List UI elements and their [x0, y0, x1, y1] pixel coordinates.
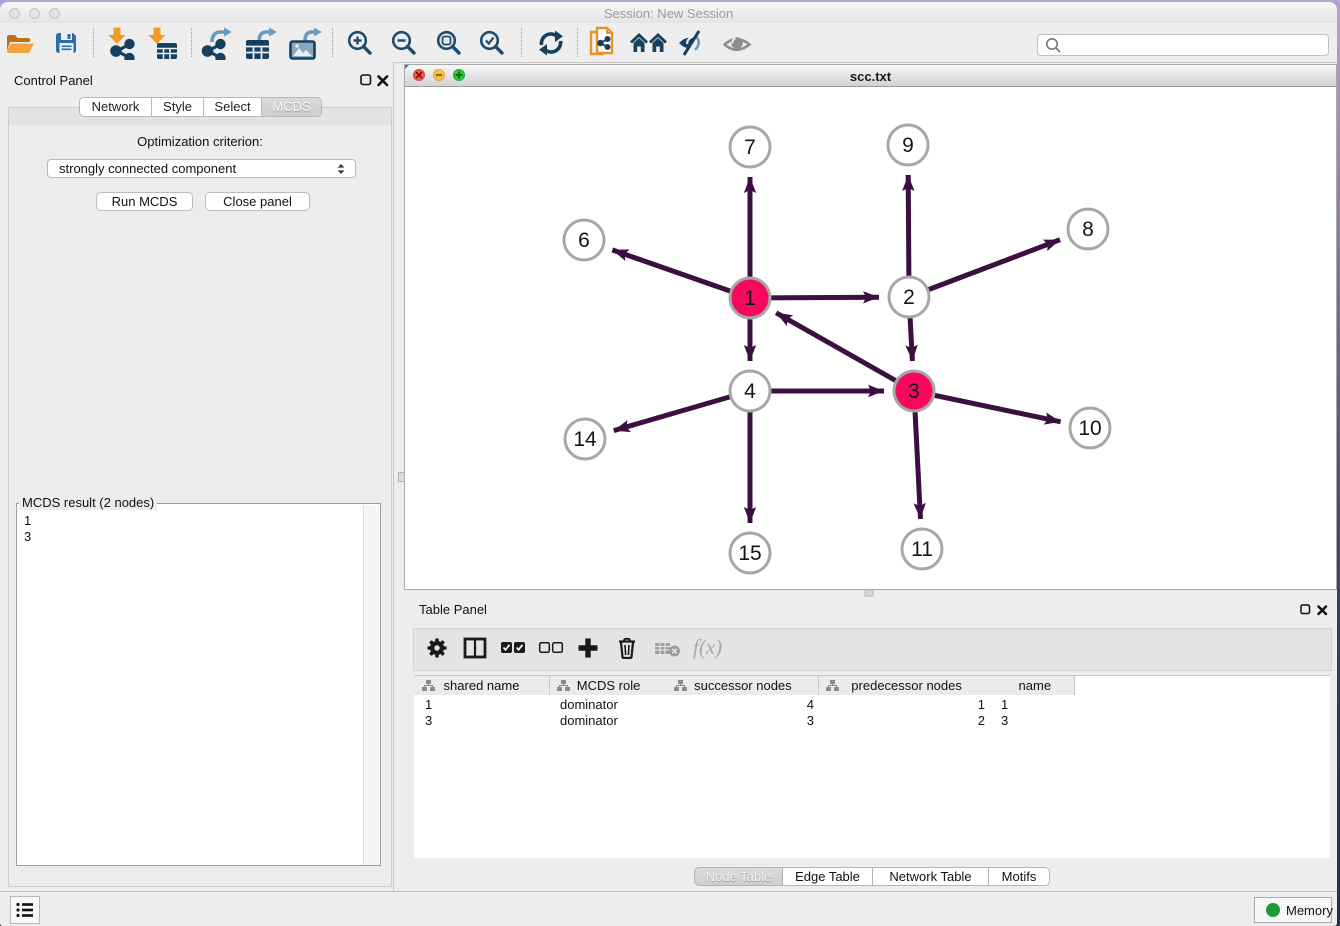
svg-text:7: 7 — [744, 136, 756, 159]
svg-text:6: 6 — [578, 229, 590, 252]
svg-text:14: 14 — [573, 428, 597, 451]
svg-text:8: 8 — [1082, 218, 1094, 241]
svg-text:3: 3 — [908, 380, 920, 403]
svg-text:9: 9 — [902, 134, 914, 157]
svg-text:15: 15 — [738, 542, 761, 565]
svg-text:1: 1 — [744, 287, 756, 310]
svg-text:10: 10 — [1078, 417, 1101, 440]
svg-text:4: 4 — [744, 380, 756, 403]
svg-text:2: 2 — [903, 286, 915, 309]
svg-text:11: 11 — [911, 538, 933, 561]
